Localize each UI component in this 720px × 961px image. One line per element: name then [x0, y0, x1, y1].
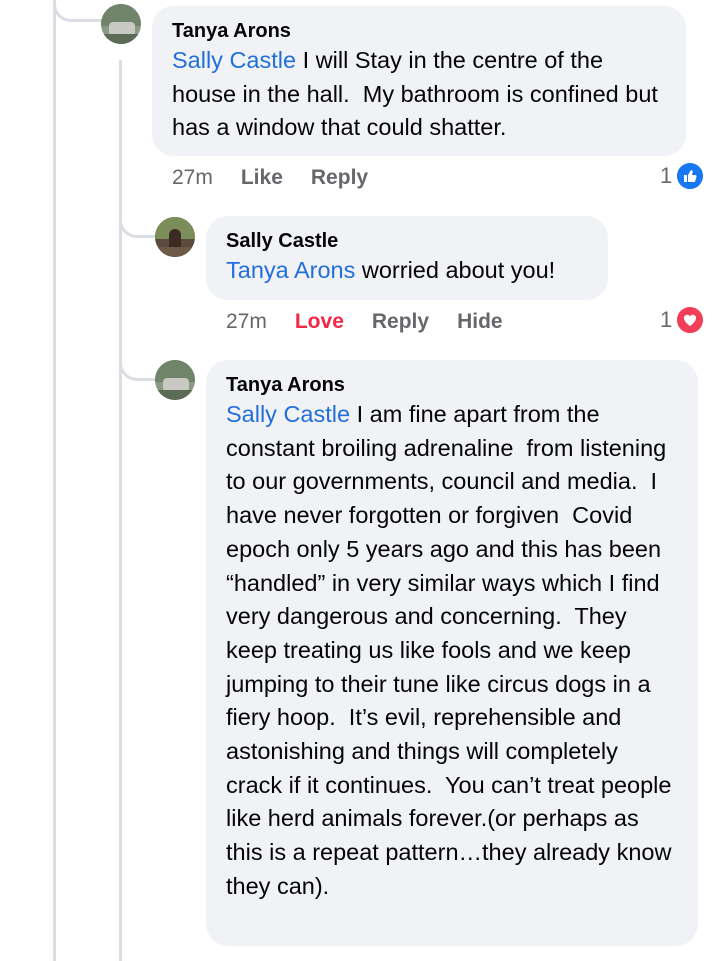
reaction-count: 1 — [660, 163, 673, 188]
love-button[interactable]: Love — [295, 310, 344, 334]
comment-text: Sally Castle I will Stay in the centre o… — [172, 44, 666, 145]
thread-line-outer — [53, 0, 56, 961]
mention-link[interactable]: Sally Castle — [226, 401, 350, 427]
comment-author[interactable]: Tanya Arons — [172, 18, 666, 44]
mention-link[interactable]: Tanya Arons — [226, 257, 355, 283]
comment-author[interactable]: Tanya Arons — [226, 372, 678, 398]
avatar[interactable] — [101, 4, 141, 44]
reply-button[interactable]: Reply — [372, 310, 429, 334]
comment-bubble: Tanya Arons Sally Castle I am fine apart… — [206, 360, 698, 946]
avatar[interactable] — [155, 360, 195, 400]
heart-icon — [675, 305, 706, 335]
reply-button[interactable]: Reply — [311, 166, 368, 190]
reaction-summary[interactable]: 1 — [660, 305, 706, 335]
comment-timestamp[interactable]: 27m — [226, 310, 267, 334]
avatar[interactable] — [155, 217, 195, 257]
comment-text: Tanya Arons worried about you! — [226, 254, 588, 288]
reaction-summary[interactable]: 1 — [660, 161, 706, 191]
comment-body: worried about you! — [355, 257, 556, 283]
comment-bubble: Tanya Arons Sally Castle I will Stay in … — [152, 6, 686, 156]
thread-connector — [119, 345, 155, 381]
comment-actions: 27m Love Reply Hide — [226, 310, 531, 334]
comment-bubble: Sally Castle Tanya Arons worried about y… — [206, 216, 608, 300]
comment-actions: 27m Like Reply — [172, 166, 396, 190]
avatar-photo-ground — [101, 34, 141, 44]
thread-connector — [119, 200, 155, 238]
thread-line-inner — [119, 60, 122, 961]
hide-button[interactable]: Hide — [457, 310, 503, 334]
reaction-count: 1 — [660, 307, 673, 332]
comment-body: I am fine apart from the constant broili… — [226, 401, 678, 899]
thread-connector — [53, 0, 103, 22]
comment-text: Sally Castle I am fine apart from the co… — [226, 398, 678, 904]
comment-timestamp[interactable]: 27m — [172, 166, 213, 190]
like-icon — [675, 161, 706, 191]
like-button[interactable]: Like — [241, 166, 283, 190]
avatar-photo-ground — [155, 247, 195, 257]
comment-author[interactable]: Sally Castle — [226, 228, 588, 254]
mention-link[interactable]: Sally Castle — [172, 47, 296, 73]
avatar-photo-ground — [155, 390, 195, 400]
